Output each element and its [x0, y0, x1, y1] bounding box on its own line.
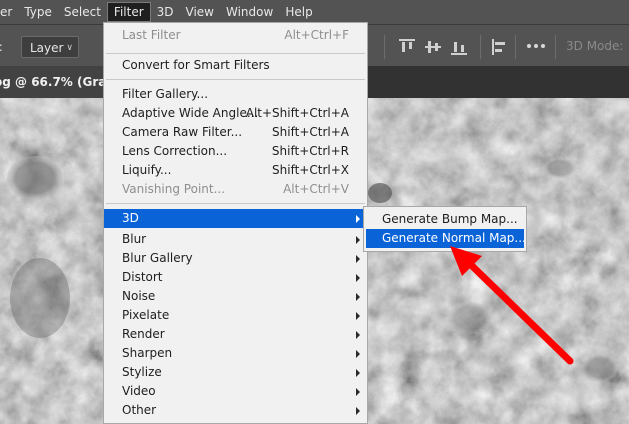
submenu-arrow-icon [356, 255, 360, 263]
more-options-icon[interactable] [527, 39, 547, 53]
menu-item-render[interactable]: Render [104, 325, 367, 344]
menu-item-adaptive-wide-angle[interactable]: Adaptive Wide Angle... Alt+Shift+Ctrl+A [104, 104, 367, 123]
submenu-arrow-icon [356, 312, 360, 320]
menu-item-vanishing-point: Vanishing Point... Alt+Ctrl+V [122, 182, 349, 196]
menu-item-lens-correction[interactable]: Lens Correction... Shift+Ctrl+R [104, 142, 367, 161]
menu-item-generate-bump-map[interactable]: Generate Bump Map... [366, 210, 524, 229]
submenu-arrow-icon [356, 369, 360, 377]
divider [480, 35, 481, 59]
menu-filter[interactable]: Filter [106, 2, 151, 22]
divider [555, 35, 556, 59]
menu-item-liquify[interactable]: Liquify... Shift+Ctrl+X [104, 161, 367, 180]
submenu-arrow-icon [356, 293, 360, 301]
divider [515, 35, 516, 59]
menu-window[interactable]: Window [220, 2, 279, 22]
submenu-arrow-icon [356, 407, 360, 415]
submenu-arrow-icon [356, 236, 360, 244]
document-tab[interactable]: og @ 66.7% (Gray/8 [0, 66, 114, 98]
menu-separator [106, 79, 365, 80]
menu-item-last-filter: Last Filter Alt+Ctrl+F [122, 28, 349, 42]
menu-type[interactable]: Type [18, 2, 58, 22]
menu-separator [106, 53, 365, 54]
submenu-arrow-icon [356, 274, 360, 282]
menu-help[interactable]: Help [279, 2, 318, 22]
auto-select-label: t: [0, 40, 3, 54]
menu-3d[interactable]: 3D [151, 2, 180, 22]
align-vertical-center-icon[interactable] [425, 39, 441, 55]
menu-item-convert-smart-filters[interactable]: Convert for Smart Filters [104, 56, 367, 75]
divider [384, 35, 385, 59]
menu-select[interactable]: Select [58, 2, 107, 22]
menu-edit-partial[interactable]: er [0, 2, 18, 22]
submenu-arrow-icon [356, 350, 360, 358]
chevron-down-icon: ∨ [66, 43, 73, 53]
menu-item-camera-raw-filter[interactable]: Camera Raw Filter... Shift+Ctrl+A [104, 123, 367, 142]
menu-item-distort[interactable]: Distort [104, 268, 367, 287]
menu-item-filter-gallery[interactable]: Filter Gallery... [104, 85, 367, 104]
menu-item-3d[interactable]: 3D [104, 209, 367, 228]
menu-separator [106, 203, 365, 204]
menu-item-other[interactable]: Other [104, 401, 367, 420]
submenu-arrow-icon [356, 215, 360, 223]
align-bottom-icon[interactable] [451, 39, 467, 55]
menu-item-pixelate[interactable]: Pixelate [104, 306, 367, 325]
menu-item-generate-normal-map[interactable]: Generate Normal Map... [366, 229, 526, 248]
menu-item-stylize[interactable]: Stylize [104, 363, 367, 382]
menu-item-blur[interactable]: Blur [104, 230, 367, 249]
menu-view[interactable]: View [180, 2, 220, 22]
3d-mode-label: 3D Mode: [566, 39, 624, 53]
submenu-arrow-icon [356, 388, 360, 396]
menu-item-noise[interactable]: Noise [104, 287, 367, 306]
submenu-arrow-icon [356, 331, 360, 339]
layer-select-value: Layer [30, 41, 64, 55]
menu-item-video[interactable]: Video [104, 382, 367, 401]
align-left-icon[interactable] [492, 39, 508, 55]
filter-menu: Last Filter Alt+Ctrl+F Convert for Smart… [103, 22, 368, 424]
menu-item-blur-gallery[interactable]: Blur Gallery [104, 249, 367, 268]
menu-bar: er Type Select Filter 3D View Window Hel… [0, 0, 629, 24]
align-top-icon[interactable] [399, 39, 415, 55]
menu-item-sharpen[interactable]: Sharpen [104, 344, 367, 363]
layer-select[interactable]: Layer ∨ [21, 36, 79, 58]
3d-submenu: Generate Bump Map... Generate Normal Map… [363, 206, 527, 252]
